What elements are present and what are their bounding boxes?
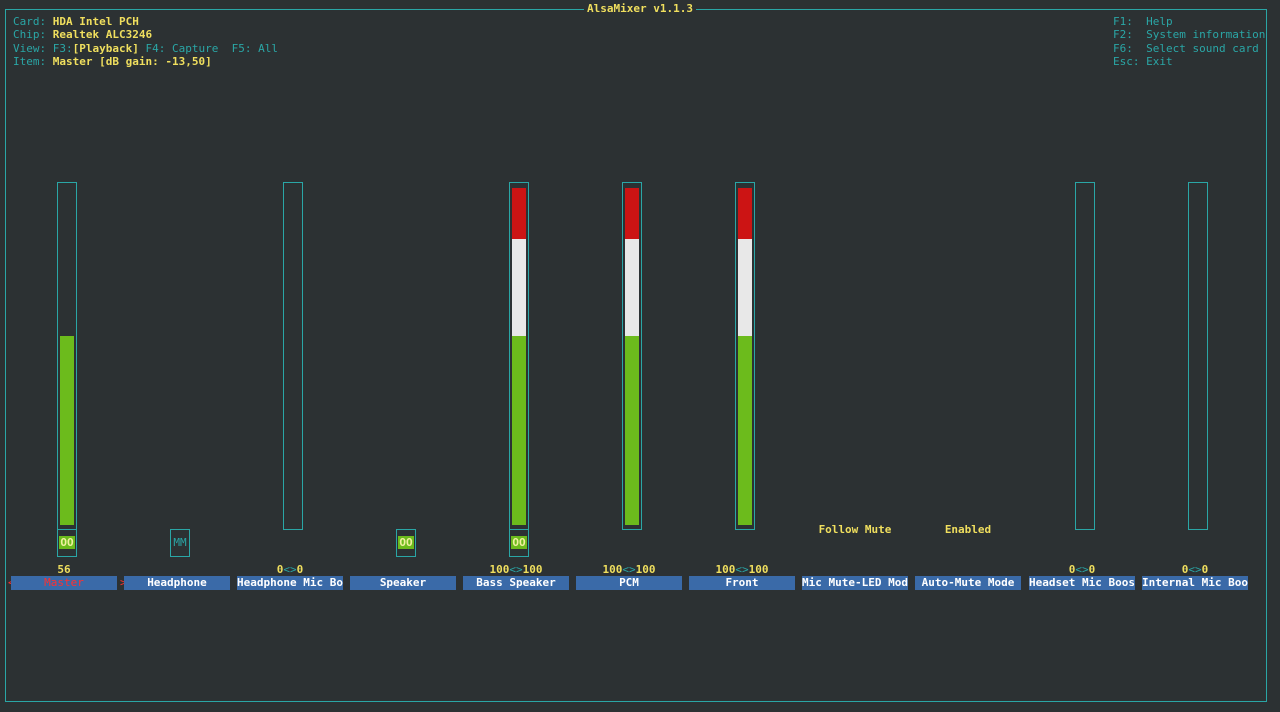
volume-value: 100<>100 (715, 563, 769, 576)
control-auto-mute-mode[interactable]: Enabled Auto-Mute Mode (914, 182, 1022, 602)
control-speaker[interactable]: OO Speaker (349, 182, 457, 602)
volume-bar[interactable] (509, 182, 529, 530)
enum-value: Enabled (944, 523, 992, 536)
level-fill-green (512, 336, 526, 525)
help-f1[interactable]: F1: Help (1113, 15, 1173, 29)
header-card: Card: HDA Intel PCH (13, 15, 139, 28)
volume-bar[interactable] (1075, 182, 1095, 530)
control-front[interactable]: 100<>100 Front (688, 182, 796, 602)
volume-bar[interactable] (283, 182, 303, 530)
view-playback[interactable]: [Playback] (73, 42, 139, 55)
control-label[interactable]: Auto-Mute Mode (915, 576, 1021, 590)
mute-switch[interactable]: OO (396, 529, 416, 557)
control-label[interactable]: PCM (576, 576, 682, 590)
level-fill-red (625, 188, 639, 239)
volume-bar[interactable] (622, 182, 642, 530)
level-fill-green (738, 336, 752, 525)
control-master[interactable]: OO 56 < Master > (8, 182, 127, 602)
enum-value: Follow Mute (818, 523, 892, 536)
level-fill-red (512, 188, 526, 239)
level-fill-white (738, 238, 752, 337)
view-capture[interactable]: F4: Capture (145, 42, 218, 55)
control-headset-mic-boost[interactable]: 0<>0 Headset Mic Boost (1028, 182, 1136, 602)
control-mic-mute-led-mode[interactable]: Follow Mute Mic Mute-LED Mode (801, 182, 909, 602)
control-label[interactable]: Headset Mic Boost (1029, 576, 1135, 590)
volume-value: 100<>100 (602, 563, 656, 576)
control-headphone[interactable]: MM Headphone (123, 182, 231, 602)
volume-bar[interactable] (735, 182, 755, 530)
control-label[interactable]: Front (689, 576, 795, 590)
control-headphone-mic-boost[interactable]: 0<>0 Headphone Mic Boo (236, 182, 344, 602)
volume-value: 100<>100 (489, 563, 543, 576)
help-esc[interactable]: Esc: Exit (1113, 55, 1173, 69)
level-fill-green (60, 336, 74, 525)
level-fill-red (738, 188, 752, 239)
header-view: View: F3:[Playback] F4: Capture F5: All (13, 42, 278, 55)
mute-switch[interactable]: OO (509, 529, 529, 557)
level-fill-green (625, 336, 639, 525)
control-bass-speaker[interactable]: OO 100<>100 Bass Speaker (462, 182, 570, 602)
volume-value: 0<>0 (276, 563, 304, 576)
app-title: AlsaMixer v1.1.3 (0, 2, 1280, 16)
help-f6[interactable]: F6: Select sound card (1113, 42, 1259, 56)
control-label[interactable]: Mic Mute-LED Mode (802, 576, 908, 590)
mute-switch[interactable]: MM (170, 529, 190, 557)
control-pcm[interactable]: 100<>100 PCM (575, 182, 683, 602)
control-label[interactable]: Headphone Mic Boo (237, 576, 343, 590)
view-all[interactable]: F5: All (232, 42, 278, 55)
control-label[interactable]: Bass Speaker (463, 576, 569, 590)
volume-value: 0<>0 (1068, 563, 1096, 576)
level-fill-white (512, 238, 526, 337)
level-fill-white (625, 238, 639, 337)
control-label[interactable]: Internal Mic Boos (1142, 576, 1248, 590)
header-item: Item: Master [dB gain: -13,50] (13, 55, 212, 68)
header-chip: Chip: Realtek ALC3246 (13, 28, 153, 41)
control-label[interactable]: Speaker (350, 576, 456, 590)
volume-bar[interactable] (1188, 182, 1208, 530)
volume-value: 56 (57, 563, 71, 576)
volume-value: 0<>0 (1181, 563, 1209, 576)
volume-bar[interactable] (57, 182, 77, 530)
mute-switch[interactable]: OO (57, 529, 77, 557)
control-internal-mic-boost[interactable]: 0<>0 Internal Mic Boos (1141, 182, 1249, 602)
control-label[interactable]: Headphone (124, 576, 230, 590)
help-f2[interactable]: F2: System information (1113, 28, 1265, 42)
control-label[interactable]: Master (11, 576, 117, 590)
